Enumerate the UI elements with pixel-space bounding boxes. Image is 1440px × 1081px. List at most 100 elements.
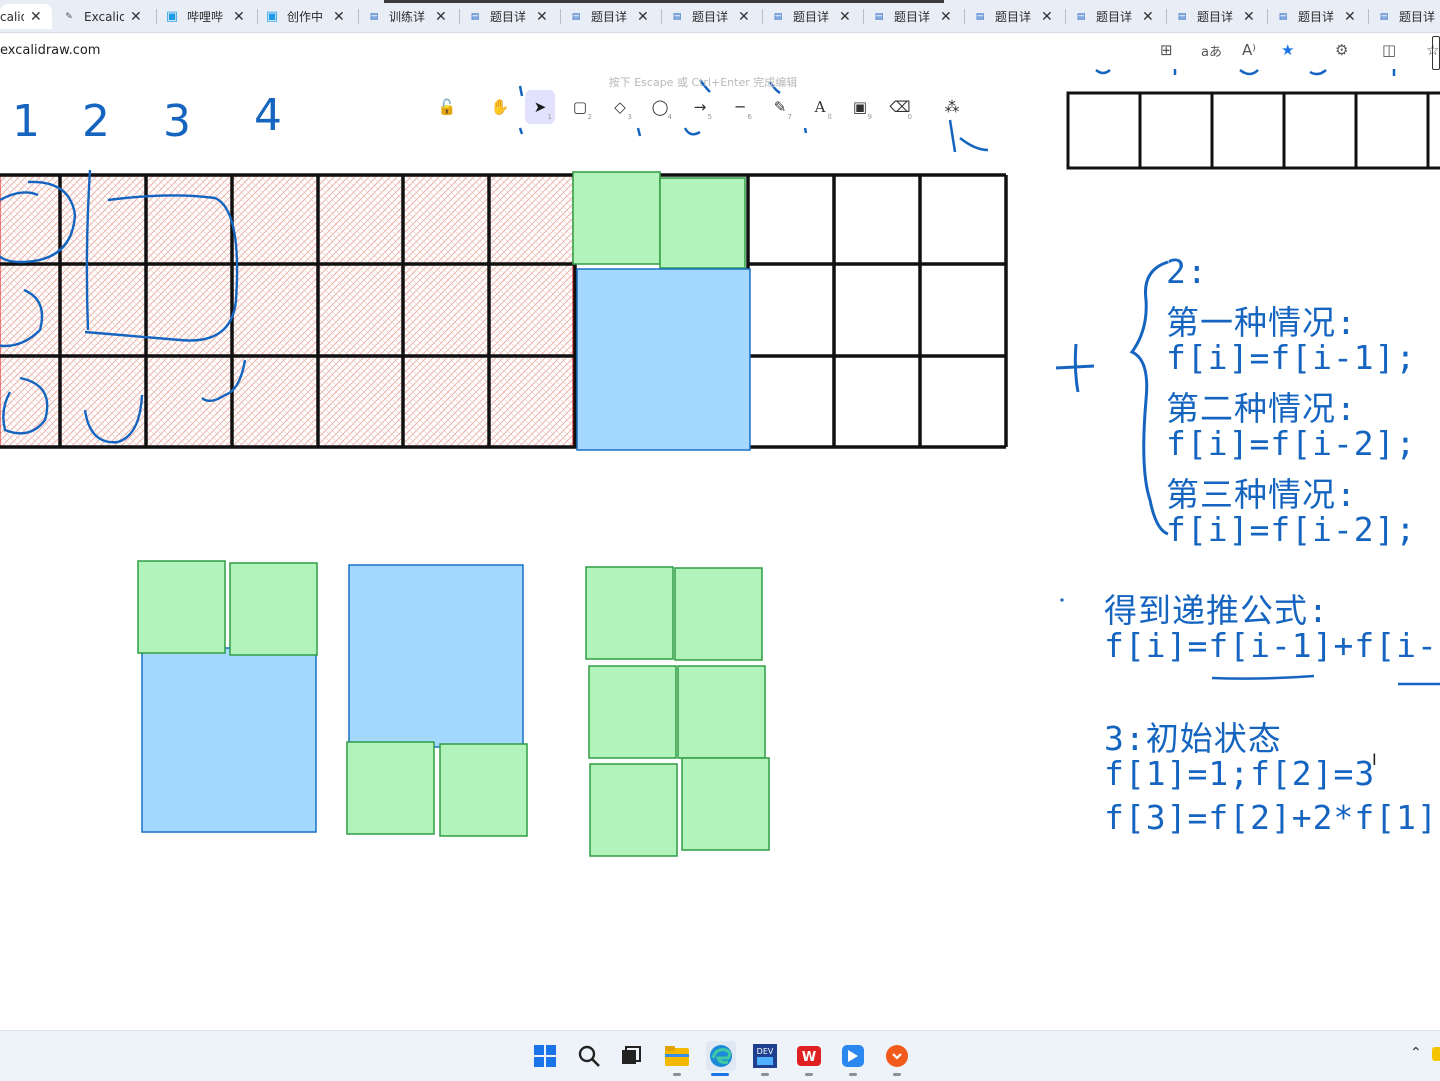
formula-underlines[interactable] [1211,674,1440,686]
tab-bilibili[interactable]: ▣ 哔哩哔 ✕ [165,4,255,29]
read-aloud-icon[interactable]: A⁾ [1242,41,1256,59]
blue-tile[interactable] [141,647,317,833]
green-tile[interactable] [677,665,766,759]
windows-start-icon[interactable] [530,1041,560,1071]
green-tile[interactable] [681,757,770,851]
url-text[interactable]: excalidraw.com [0,43,100,58]
blue-tile[interactable] [576,268,751,451]
tab-excalidraw-active[interactable]: calid ✕ [0,4,52,29]
note-formula-2[interactable]: f[i]=f[i-2]; [1166,424,1416,463]
green-tile[interactable] [439,743,528,837]
selection-icon[interactable]: ➤ 1 [525,90,555,124]
line-icon[interactable]: ─ 6 [725,90,755,124]
task-view-icon[interactable] [616,1041,646,1071]
green-tile[interactable] [659,177,746,269]
top-right-grid[interactable] [1066,91,1440,170]
address-bar[interactable]: excalidraw.com ⊞ aあ A⁾ ★ ⚙ ◫ ☆ [0,33,1440,69]
drawing-surface[interactable] [0,69,1440,1029]
arrow-icon[interactable]: → 5 [685,90,715,124]
notification-icon[interactable] [1432,1047,1440,1061]
green-tile[interactable] [585,566,674,660]
recurrence-formula[interactable]: f[i]=f[i-1]+f[i- [1104,626,1438,665]
note-case-label[interactable]: 2: [1166,252,1208,291]
handwritten-digit[interactable]: 1 [12,96,40,147]
tab-problem[interactable]: ▤ 题目详 ✕ [973,4,1063,29]
tab-excalidraw[interactable]: ✎ Excalid ✕ [62,4,152,29]
init-title[interactable]: 3:初始状态 [1104,712,1282,760]
green-tile[interactable] [589,763,678,857]
hand-icon[interactable]: ✋ [485,90,515,124]
ellipse-icon[interactable]: ◯ 4 [645,90,675,124]
green-tile[interactable] [572,171,661,265]
close-icon[interactable]: ✕ [1142,9,1154,25]
close-icon[interactable]: ✕ [839,9,851,25]
extensions-icon[interactable]: ⚙ [1335,41,1348,59]
excalidraw-canvas[interactable] [0,69,1440,1029]
image-icon[interactable]: ▣ 9 [845,90,875,124]
diamond-icon[interactable]: ◇ 3 [605,90,635,124]
tab-problem[interactable]: ▤ 题目详 ✕ [771,4,861,29]
green-tile[interactable] [588,665,677,759]
feishu-icon[interactable] [838,1041,868,1071]
translate-icon[interactable]: aあ [1201,41,1222,60]
shapes-icon[interactable]: ⁂ [937,90,967,124]
pencil-icon[interactable]: ✎ 7 [765,90,795,124]
handwritten-digit[interactable]: 3 [163,96,191,147]
note-formula-1[interactable]: f[i]=f[i-1]; [1166,338,1416,377]
close-icon[interactable]: ✕ [1041,9,1053,25]
tab-problem[interactable]: ▤ 题目详 ✕ [670,4,760,29]
edge-browser-icon[interactable] [706,1041,736,1071]
eraser-icon[interactable]: ⌫ 0 [885,90,915,124]
close-icon[interactable]: ✕ [435,9,447,25]
tab-bilibili-creator[interactable]: ▣ 创作中 ✕ [265,4,355,29]
app-available-icon[interactable]: ⊞ [1160,41,1173,59]
tab-problem[interactable]: ▤ 题目详 ✕ [1074,4,1164,29]
doc-icon: ▤ [369,11,379,22]
file-explorer-icon[interactable] [662,1041,692,1071]
init-values[interactable]: f[1]=1;f[2]=3 [1104,754,1375,793]
green-tile[interactable] [674,567,763,661]
close-icon[interactable]: ✕ [637,9,649,25]
close-icon[interactable]: ✕ [536,9,548,25]
favorite-star-icon[interactable]: ★ [1281,41,1294,59]
tab-problem[interactable]: ▤ 题目详 ✕ [468,4,558,29]
handwritten-digit[interactable]: 4 [254,90,282,141]
chevron-up-icon[interactable]: ⌃ [1410,1045,1422,1061]
close-icon[interactable]: ✕ [30,9,42,25]
tab-problem[interactable]: ▤ 题目详 ✕ [872,4,962,29]
close-icon[interactable]: ✕ [940,9,952,25]
split-screen-icon[interactable]: ◫ [1382,41,1396,59]
tab-title: 题目详 [692,10,729,24]
recurrence-title[interactable]: 得到递推公式: [1104,584,1329,632]
close-icon[interactable]: ✕ [333,9,345,25]
tab-problem[interactable]: ▤ 题目详 ✕ [1175,4,1265,29]
wps-office-icon[interactable]: W [794,1041,824,1071]
note-formula-3[interactable]: f[i]=f[i-2]; [1166,510,1416,549]
dev-cpp-icon[interactable]: DEV [750,1041,780,1071]
note-case-2[interactable]: 第二种情况: [1166,382,1357,430]
init-f3[interactable]: f[3]=f[2]+2*f[1] [1104,798,1438,837]
app-orange-icon[interactable] [882,1041,912,1071]
close-icon[interactable]: ✕ [233,9,245,25]
handwritten-digit[interactable]: 2 [82,96,110,147]
note-case-1[interactable]: 第一种情况: [1166,296,1357,344]
text-icon[interactable]: A8 [805,90,835,124]
tab-problem[interactable]: ▤ 题目详 ✕ [1276,4,1366,29]
blue-tile[interactable] [348,564,524,748]
tab-problem[interactable]: ▤ 题目详 ✕ [569,4,659,29]
note-case-3[interactable]: 第三种情况: [1166,468,1357,516]
green-tile[interactable] [346,741,435,835]
close-icon[interactable]: ✕ [738,9,750,25]
tab-training[interactable]: ▤ 训练详 ✕ [367,4,457,29]
rectangle-icon[interactable]: ▢ 2 [565,90,595,124]
search-icon[interactable] [574,1041,604,1071]
close-icon[interactable]: ✕ [130,9,142,25]
green-tile[interactable] [137,560,226,654]
close-icon[interactable]: ✕ [1344,9,1356,25]
close-icon[interactable]: ✕ [1243,9,1255,25]
tab-problem[interactable]: ▤ 题目详 [1377,4,1440,29]
plus-and-brace[interactable] [1055,260,1169,536]
lock-icon[interactable]: 🔓 [432,90,462,124]
green-tile[interactable] [229,562,318,656]
hatched-region[interactable] [0,175,574,449]
